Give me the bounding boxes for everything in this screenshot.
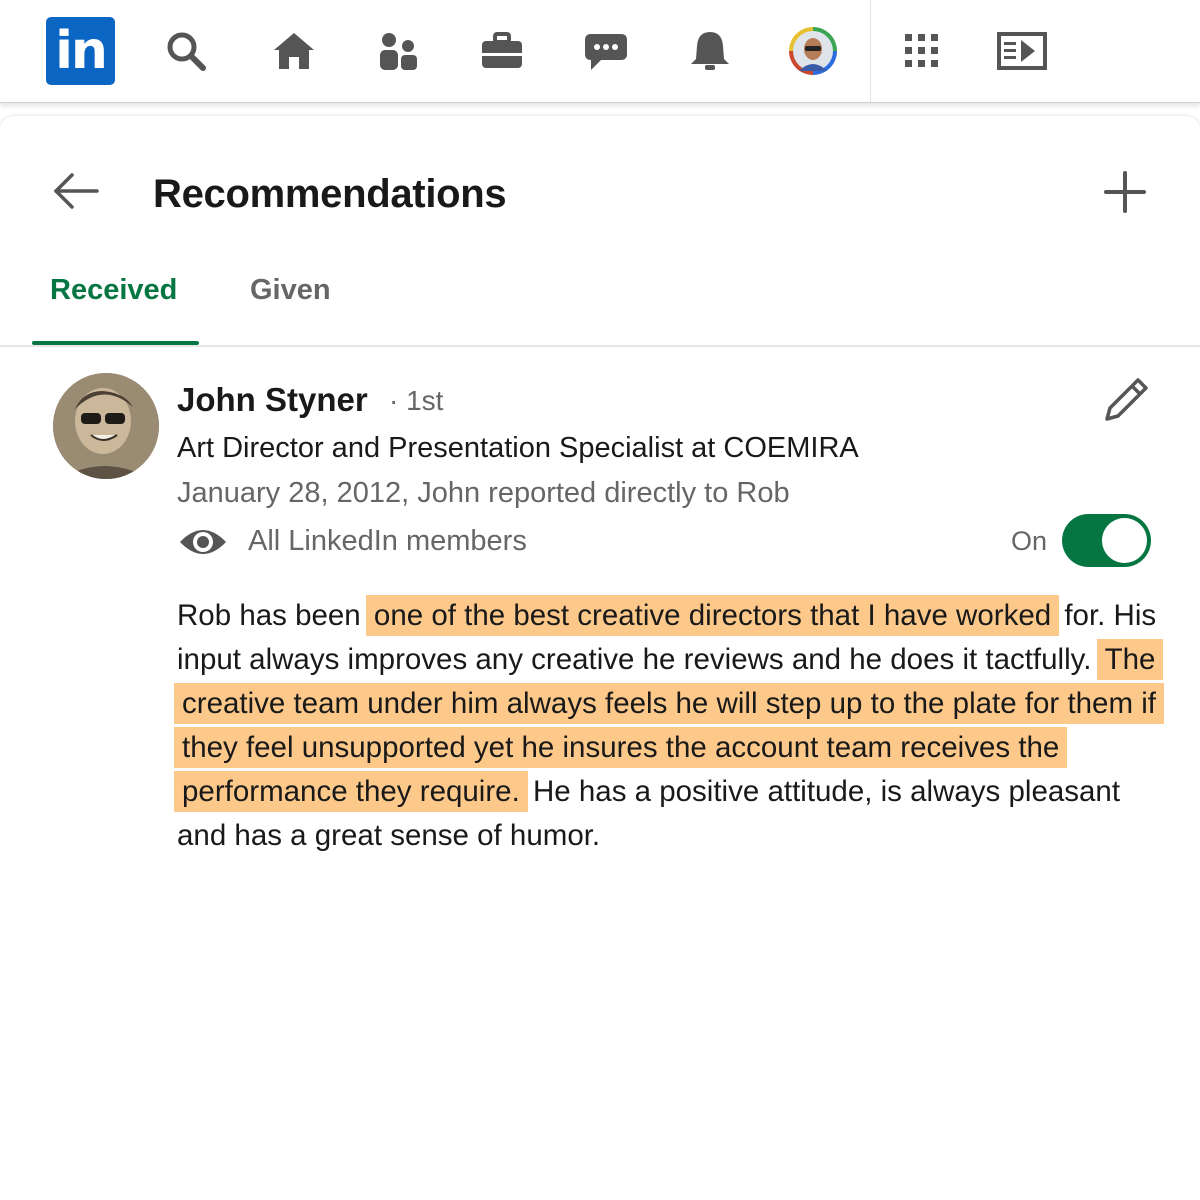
recommender-avatar[interactable] [53, 373, 159, 479]
text-segment: Rob has been [177, 599, 369, 632]
add-icon[interactable] [1103, 170, 1147, 214]
recommendation-meta: January 28, 2012, John reported directly… [177, 477, 790, 509]
visibility-label: All LinkedIn members [248, 525, 527, 557]
page-title: Recommendations [153, 172, 507, 216]
notifications-icon[interactable] [687, 28, 733, 74]
nav-divider [870, 0, 871, 102]
jobs-icon[interactable] [479, 28, 525, 74]
home-icon[interactable] [271, 28, 317, 74]
my-network-icon[interactable] [375, 28, 421, 74]
search-icon[interactable] [163, 28, 209, 74]
messaging-icon[interactable] [583, 28, 629, 74]
me-avatar[interactable] [789, 27, 837, 75]
back-arrow-icon[interactable] [52, 172, 100, 210]
recommender-headline: Art Director and Presentation Specialist… [177, 432, 859, 464]
learning-icon[interactable] [997, 28, 1047, 74]
highlighted-text-segment: one of the best creative directors that … [365, 595, 1060, 636]
toggle-knob[interactable] [1102, 518, 1147, 563]
edit-pencil-icon[interactable] [1102, 376, 1150, 424]
global-nav: in [0, 0, 1200, 103]
eye-icon [178, 524, 228, 560]
connection-degree: · 1st [389, 385, 444, 416]
toggle-state-label: On [1011, 526, 1048, 556]
tabs-divider [0, 345, 1200, 347]
tab-received[interactable]: Received [50, 274, 177, 307]
recommendation-text: Rob has been one of the best creative di… [174, 594, 1177, 858]
tab-given[interactable]: Given [250, 274, 331, 307]
linkedin-logo[interactable]: in [46, 17, 115, 85]
apps-grid-icon[interactable] [899, 28, 945, 74]
recommender-name[interactable]: John Styner [177, 381, 368, 419]
